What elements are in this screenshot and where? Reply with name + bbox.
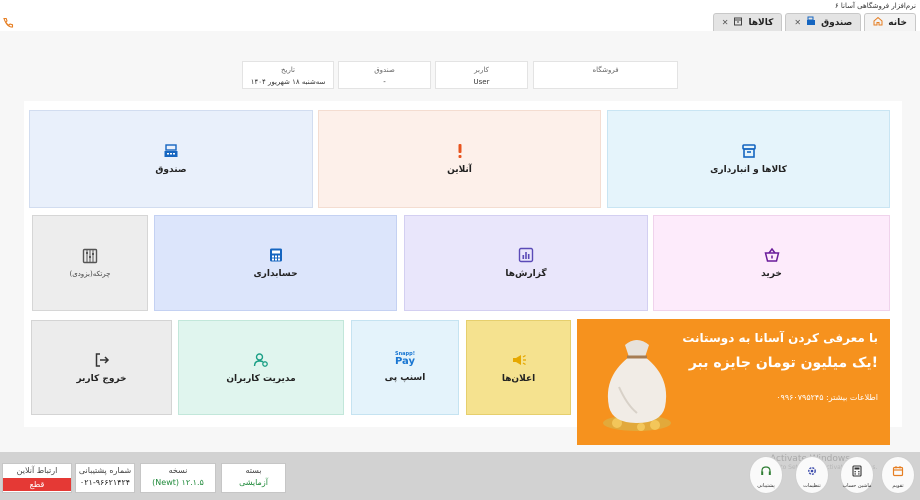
tab-home-label: خانه — [888, 17, 907, 28]
calendar-icon — [892, 462, 904, 481]
status-support-label: شماره پشتیبانی — [78, 466, 132, 475]
status-support-value: ۰۲۱-۹۶۶۲۱۴۲۴ — [79, 478, 131, 487]
megaphone-icon — [511, 352, 527, 368]
phone-icon[interactable] — [2, 14, 14, 28]
tile-abacus[interactable]: چرتکه(بزودی) — [32, 215, 148, 311]
support-button[interactable]: پشتیبانی — [749, 456, 783, 494]
money-bag-icon — [597, 327, 677, 441]
snappay-logo-bottom: Pay — [394, 356, 416, 367]
status-bar: ارتباط آنلاین قطع شماره پشتیبانی ۰۲۱-۹۶۶… — [0, 452, 920, 500]
tab-cashbox[interactable]: ✕ صندوق — [785, 13, 862, 31]
promo-line1: با معرفی کردن آسانا به دوستانت — [682, 331, 878, 345]
tile-announcements[interactable]: اعلان‌ها — [466, 320, 571, 415]
tile-announcements-label: اعلان‌ها — [501, 373, 536, 384]
headset-icon — [760, 462, 772, 481]
calculator-button-label: ماشین حساب — [842, 482, 872, 489]
tile-snappay-label: اسنپ پی — [384, 373, 426, 383]
tile-cashbox-label: صندوق — [155, 165, 187, 175]
status-online: ارتباط آنلاین قطع — [2, 463, 72, 493]
logout-icon — [94, 352, 110, 368]
box-icon — [733, 16, 743, 29]
info-date-value: سه‌شنبه ۱۸ شهریور ۱۴۰۴ — [250, 78, 326, 86]
calendar-button[interactable]: تقویم — [881, 456, 915, 494]
home-icon — [873, 16, 883, 29]
calculator-icon — [268, 247, 284, 263]
info-cashbox-label: صندوق — [374, 66, 395, 74]
info-cashbox: صندوق - — [338, 61, 431, 89]
tile-online[interactable]: آنلاین — [318, 110, 601, 208]
settings-button[interactable]: تنظیمات — [795, 456, 829, 494]
tile-snappay[interactable]: Snapp! Pay اسنپ پی — [351, 320, 459, 415]
tile-abacus-label: چرتکه(بزودی) — [69, 270, 111, 278]
info-user: کاربر User — [435, 61, 528, 89]
tile-logout[interactable]: خروج کاربر — [31, 320, 172, 415]
tile-logout-label: خروج کاربر — [76, 373, 127, 384]
tab-goods[interactable]: ✕ کالاها — [712, 13, 783, 31]
close-icon[interactable]: ✕ — [722, 18, 729, 27]
tile-goods-label: کالاها و انبارداری — [710, 165, 787, 175]
support-button-label: پشتیبانی — [757, 482, 775, 489]
status-support: شماره پشتیبانی ۰۲۱-۹۶۶۲۱۴۲۴ — [75, 463, 135, 493]
tile-cashbox[interactable]: صندوق — [29, 110, 313, 208]
info-store-label: فروشگاه — [592, 66, 619, 74]
info-cashbox-value: - — [383, 78, 386, 86]
status-package: بسته آزمایشی — [221, 463, 286, 493]
tab-home[interactable]: خانه — [864, 13, 916, 31]
exclamation-icon — [452, 143, 468, 159]
tile-user-management[interactable]: مدیریت کاربران — [178, 320, 344, 415]
calculator-button[interactable]: ماشین حساب — [840, 456, 874, 494]
box-icon — [741, 143, 757, 159]
status-online-value: قطع — [29, 480, 45, 489]
status-package-label: بسته — [245, 466, 262, 475]
tile-purchase-label: خرید — [761, 269, 782, 279]
online-status-badge[interactable]: قطع — [3, 478, 71, 491]
promo-banner[interactable]: با معرفی کردن آسانا به دوستانت یک میلیون… — [577, 319, 890, 445]
status-version: نسخه (Newt) ۱۲.۱.۵ — [140, 463, 216, 493]
status-version-label: نسخه — [168, 466, 188, 475]
dashboard: فروشگاه کاربر User صندوق - تاریخ سه‌شنبه… — [0, 31, 920, 452]
settings-button-label: تنظیمات — [803, 482, 821, 489]
snappay-logo-icon: Snapp! Pay — [395, 352, 415, 367]
tab-strip: خانه ✕ صندوق ✕ کالاها — [0, 12, 920, 31]
info-store: فروشگاه — [533, 61, 678, 89]
tile-purchase[interactable]: خرید — [653, 215, 890, 311]
close-icon[interactable]: ✕ — [794, 18, 801, 27]
gear-icon — [806, 462, 818, 481]
cash-register-icon — [163, 143, 179, 159]
window-title: نرم‌افزار فروشگاهی آسانا ۶ — [834, 2, 916, 10]
bar-chart-icon — [518, 247, 534, 263]
promo-line2: یک میلیون تومان جایزه ببر! — [688, 355, 878, 371]
info-user-label: کاربر — [474, 66, 489, 74]
tile-user-management-label: مدیریت کاربران — [226, 373, 296, 384]
tab-goods-label: کالاها — [748, 17, 774, 28]
tab-cashbox-label: صندوق — [821, 17, 853, 28]
calculator-icon — [851, 462, 863, 481]
status-package-value: آزمایشی — [239, 478, 268, 487]
tile-reports-label: گزارش‌ها — [505, 269, 547, 279]
tile-online-label: آنلاین — [447, 165, 472, 175]
tile-goods-inventory[interactable]: کالاها و انبارداری — [607, 110, 890, 208]
cash-register-icon — [806, 16, 816, 29]
window-titlebar: نرم‌افزار فروشگاهی آسانا ۶ — [0, 0, 920, 12]
status-online-label: ارتباط آنلاین — [16, 466, 58, 475]
status-version-value: (Newt) ۱۲.۱.۵ — [152, 478, 204, 487]
basket-icon — [764, 247, 780, 263]
tile-reports[interactable]: گزارش‌ها — [404, 215, 648, 311]
info-user-value: User — [473, 78, 490, 86]
info-date: تاریخ سه‌شنبه ۱۸ شهریور ۱۴۰۴ — [242, 61, 334, 89]
abacus-icon — [82, 248, 98, 264]
promo-more-info: اطلاعات بیشتر: ۰۹۹۶۰۷۹۵۲۴۵ — [776, 393, 878, 402]
calendar-button-label: تقویم — [892, 482, 904, 489]
info-date-label: تاریخ — [281, 66, 295, 74]
user-settings-icon — [253, 352, 269, 368]
tile-accounting[interactable]: حسابداری — [154, 215, 397, 311]
tile-accounting-label: حسابداری — [253, 269, 298, 279]
tabs: خانه ✕ صندوق ✕ کالاها — [712, 13, 916, 31]
